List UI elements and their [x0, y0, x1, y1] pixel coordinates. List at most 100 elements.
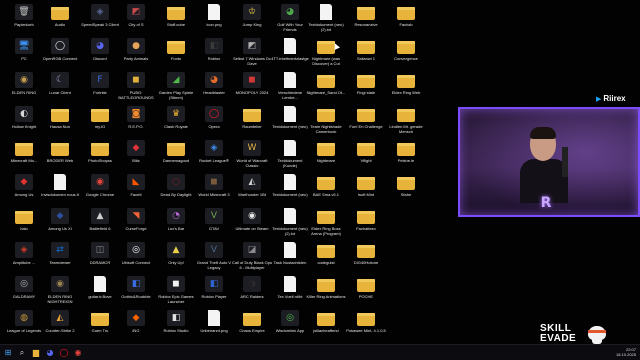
- desktop-icon[interactable]: V Grand Theft Auto V Legacy: [194, 242, 234, 270]
- desktop-icon[interactable]: DIG40Hotone: [346, 242, 386, 265]
- desktop-icon[interactable]: ◭ Warthunder 1Bt: [232, 174, 272, 197]
- desktop-icon[interactable]: ◧ Roblox Player: [194, 276, 234, 299]
- desktop-icon[interactable]: ◆ Among Us: [4, 174, 44, 197]
- desktop-icon[interactable]: ◍ League of Legends: [4, 310, 44, 333]
- desktop-icon[interactable]: ◕ Discord: [80, 38, 120, 61]
- desktop-icon[interactable]: ◫ DDRAMCR: [80, 242, 120, 265]
- desktop-icon[interactable]: ◆ iNG: [116, 310, 156, 333]
- desktop-icon[interactable]: Eldex Ring Boss Arena (Program): [306, 208, 346, 236]
- desktop-icon[interactable]: Sxilanwi 1: [346, 38, 386, 61]
- desktop-icon[interactable]: Fonts: [156, 38, 196, 61]
- desktop-icon[interactable]: ◩ City of S: [116, 4, 156, 27]
- desktop-icon[interactable]: ◉ ELDEN RING: [4, 72, 44, 95]
- desktop-icon[interactable]: 4TT.rrbeltmertzlastge: [270, 38, 310, 61]
- desktop-icon[interactable]: ◉ ELDEN RING NIGHTREIGN: [40, 276, 80, 304]
- desktop-icon[interactable]: Chaos Empire: [232, 310, 272, 333]
- desktop-icon[interactable]: ◐ Hollow Knight: [4, 106, 44, 129]
- desktop-icon[interactable]: ◧ Roblox: [194, 38, 234, 61]
- desktop-icon[interactable]: ◉ Google Chrome: [80, 174, 120, 197]
- desktop-icon[interactable]: Audio: [40, 4, 80, 27]
- desktop-icon[interactable]: BAE Sma v5.1: [306, 174, 346, 197]
- desktop-icon[interactable]: Minecraft Mo...: [4, 140, 44, 163]
- desktop-icon[interactable]: W World of Warcraft Classic: [232, 140, 272, 168]
- desktop-icon[interactable]: Hausa Nun: [40, 106, 80, 129]
- desktop-icon[interactable]: Textdokument (neu) (2).txt: [306, 4, 346, 32]
- desktop-icon[interactable]: Team Nightshade Camerbook: [306, 106, 346, 134]
- desktop-icon[interactable]: PhotoShopss: [80, 140, 120, 163]
- desktop-icon[interactable]: Killer Ring Animations: [306, 276, 346, 299]
- desktop-icon[interactable]: BRODER Web: [40, 140, 80, 163]
- search-icon[interactable]: ⌕: [16, 347, 28, 359]
- desktop-icon[interactable]: ◯ OpenRGB Connect: [40, 38, 80, 61]
- desktop-icon[interactable]: Lindlen Mt. gerade Mensch: [386, 106, 426, 134]
- desktop-icon[interactable]: ◢ Garden Play Spiele (Stimm): [156, 72, 196, 100]
- desktop-icon[interactable]: ◪ Call of Duty Black Ops 6 - Multiplayer: [232, 242, 272, 270]
- desktop-icon[interactable]: Textdokument (neu): [270, 174, 310, 197]
- desktop-icon[interactable]: ◉ Ultimate on Steam: [232, 208, 272, 231]
- desktop-icon[interactable]: ◼ PUBG: BATTLEGROUNDS: [116, 72, 156, 100]
- desktop-icon[interactable]: Nightmare: [306, 140, 346, 163]
- desktop-icon[interactable]: ◑ ARC Raiders: [232, 276, 272, 299]
- desktop-icon[interactable]: ◎ GALDRAMY: [4, 276, 44, 299]
- desktop-icon[interactable]: ◼ World Minecraft 3: [194, 174, 234, 197]
- desktop-icon[interactable]: ◭ Counter-Strike 2: [40, 310, 80, 333]
- desktop-icon[interactable]: ♔ Jump King: [232, 4, 272, 27]
- desktop-icon[interactable]: ◆ Among Us XI: [40, 208, 80, 231]
- desktop-icon[interactable]: ⇄ Teamviewer: [40, 242, 80, 265]
- opera-icon[interactable]: ◯: [58, 347, 70, 359]
- desktop-icon[interactable]: ◔ Lux's Bar: [156, 208, 196, 231]
- desktop-icon[interactable]: ◩ Selbst 7 Windows Dc Dave: [232, 38, 272, 66]
- desktop-icon[interactable]: ▲ Only Up!: [156, 242, 196, 265]
- desktop-icon[interactable]: ▲ Battlefield 6: [80, 208, 120, 231]
- desktop-icon[interactable]: Raumteiler: [232, 106, 272, 129]
- desktop-icon[interactable]: POCHE: [346, 276, 386, 299]
- desktop-icon[interactable]: Unbenannt.png: [194, 310, 234, 333]
- taskbar-clock[interactable]: 22:07 18.10.2025: [616, 347, 636, 357]
- desktop-icon[interactable]: icon.png: [194, 4, 234, 27]
- desktop-icon[interactable]: Fingi stale: [346, 72, 386, 95]
- desktop-icon[interactable]: Isoft Mint: [346, 174, 386, 197]
- desktop-icon[interactable]: guitar.tr.Bove: [80, 276, 120, 299]
- desktop-icon[interactable]: ◧ Gothic&Roubble: [116, 276, 156, 299]
- desktop-icon[interactable]: ◌ Dead By Daylight: [156, 174, 196, 197]
- desktop-icon[interactable]: halo: [4, 208, 44, 231]
- chrome-icon[interactable]: ◉: [72, 347, 84, 359]
- desktop-icon[interactable]: Nightmare (was Discover) a Cut: [306, 38, 346, 66]
- desktop-icon[interactable]: ◣ FaceIt: [116, 174, 156, 197]
- desktop-icon[interactable]: Pokawee Mint, 4.1.0.5: [346, 310, 386, 333]
- desktop-icon[interactable]: ♛ Clash Royale: [156, 106, 196, 129]
- desktop-icon[interactable]: Nightmare_Sand.Ot...: [306, 72, 346, 95]
- desktop-icon[interactable]: ◙ R.E.P.O.: [116, 106, 156, 129]
- desktop-icon[interactable]: ● Party Animals: [116, 38, 156, 61]
- desktop-icon[interactable]: ◎ Wisdomlink App: [270, 310, 310, 333]
- desktop-icon[interactable]: Textdokument (neu): [270, 106, 310, 129]
- desktop-icon[interactable]: Invisdokumen nous.lt: [40, 174, 80, 197]
- desktop-icon[interactable]: V GTAV: [194, 208, 234, 231]
- desktop-icon[interactable]: Tex Voell nt/bt: [270, 276, 310, 299]
- desktop-icon[interactable]: ◕ Golf With Your Friends: [270, 4, 310, 32]
- desktop-icon[interactable]: ◈ Amplitube ...: [4, 242, 44, 265]
- desktop-icon[interactable]: Textdokument (Kunde): [270, 140, 310, 168]
- desktop-icon[interactable]: Task Nostachtsten: [270, 242, 310, 265]
- windows-start-icon[interactable]: ⊞: [2, 347, 14, 359]
- desktop-icon[interactable]: Vflight: [346, 140, 386, 163]
- desktop-icon[interactable]: Fachaltezo: [346, 208, 386, 231]
- desktop-icon[interactable]: ◥ CurseForge: [116, 208, 156, 231]
- desktop-icon[interactable]: my.IO: [80, 106, 120, 129]
- desktop-icon[interactable]: 🖥 PC: [4, 38, 44, 61]
- desktop-icon[interactable]: ☾ Lunar Client: [40, 72, 80, 95]
- desktop-icon[interactable]: Pelshe.le: [386, 140, 426, 163]
- desktop-icon[interactable]: Verschiedene Lernbe...: [270, 72, 310, 100]
- desktop-icon[interactable]: Textdokument (neu) (2).txt: [270, 208, 310, 236]
- desktop-icon[interactable]: ◯ Opera: [194, 106, 234, 129]
- desktop-icon[interactable]: Convergence: [386, 38, 426, 61]
- desktop-icon[interactable]: ◕ Headblaster: [194, 72, 234, 95]
- desktop-icon[interactable]: ◆ Blitz: [116, 140, 156, 163]
- desktop-icon[interactable]: Stuff.cube: [156, 4, 196, 27]
- desktop-icon[interactable]: Sfahe: [386, 174, 426, 197]
- desktop-icon[interactable]: Fachsb: [386, 4, 426, 27]
- discord-icon[interactable]: ◕: [44, 347, 56, 359]
- desktop-icon[interactable]: ◎ Ubisoft Connect: [116, 242, 156, 265]
- desktop-icon[interactable]: Guen Tru: [80, 310, 120, 333]
- desktop-icon[interactable]: Eldex Ring Web: [386, 72, 426, 95]
